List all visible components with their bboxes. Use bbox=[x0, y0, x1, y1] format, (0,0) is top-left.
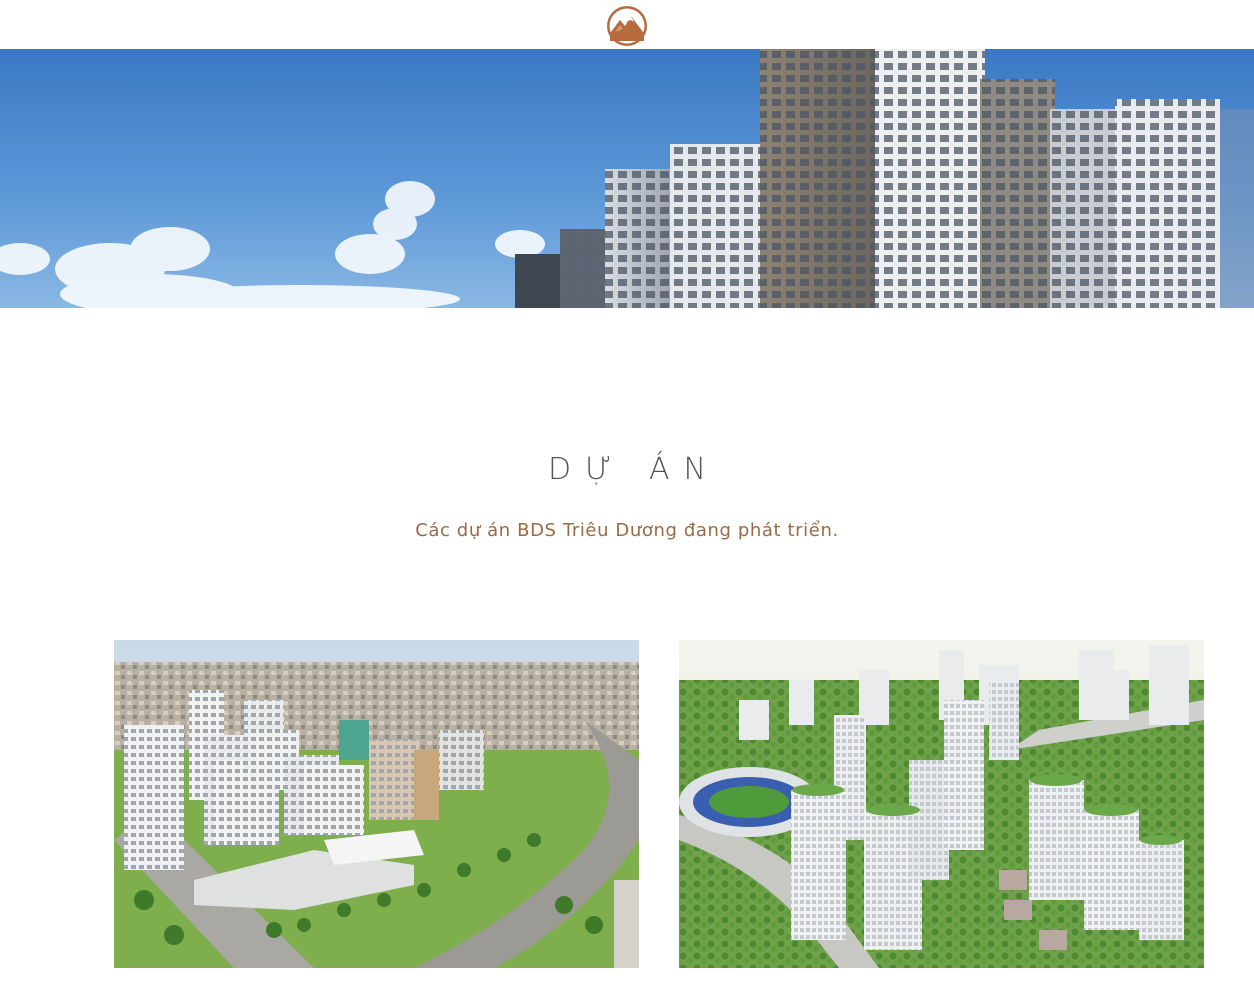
hero-image bbox=[0, 49, 1254, 308]
logo-mountain-icon bbox=[607, 5, 647, 46]
project-card-2[interactable] bbox=[679, 640, 1204, 968]
project-card-1[interactable] bbox=[114, 640, 639, 968]
project-image-urban-stadium bbox=[679, 640, 1204, 968]
hero-banner bbox=[0, 49, 1254, 308]
section-title: DỰ ÁN bbox=[548, 452, 720, 487]
section-subtitle: Các dự án BDS Triêu Dương đang phát triể… bbox=[415, 520, 839, 541]
site-header bbox=[0, 0, 1254, 49]
project-image-aerial-apartments bbox=[114, 640, 639, 968]
site-logo[interactable] bbox=[606, 5, 648, 47]
